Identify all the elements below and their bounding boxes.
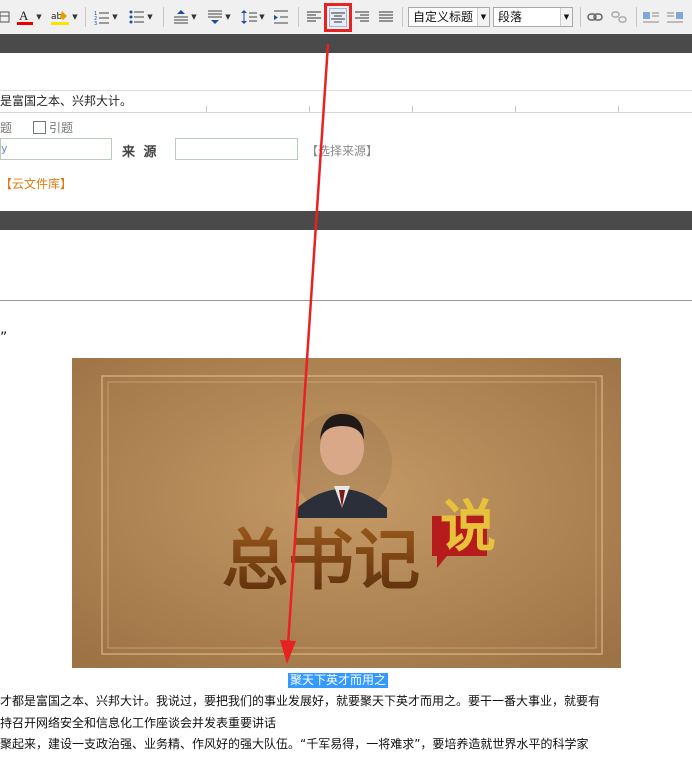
author-input[interactable]: y: [0, 138, 112, 160]
unordered-list-icon: [129, 10, 145, 24]
image-right-icon: [667, 12, 683, 23]
checkbox-lead-title[interactable]: 引题: [33, 119, 73, 136]
image-title-badge: 说: [440, 494, 496, 560]
image-left-button[interactable]: [642, 6, 660, 28]
source-input[interactable]: [175, 138, 298, 160]
insert-link-button[interactable]: [586, 6, 604, 28]
paragraph-spacing-bottom-button[interactable]: ▼: [204, 6, 234, 28]
paragraph-spacing-top-button[interactable]: ▼: [170, 6, 200, 28]
unordered-list-button[interactable]: ▼: [126, 6, 156, 28]
chevron-down-icon: ▼: [477, 8, 489, 26]
checkbox-title-label: 题: [0, 121, 13, 135]
editor-ruler: [0, 104, 692, 113]
article-image[interactable]: 说 总书记: [72, 358, 621, 668]
ordered-list-button[interactable]: 1 2 3 ▼: [92, 6, 120, 28]
indent-icon: [274, 10, 288, 24]
indent-button[interactable]: [272, 6, 290, 28]
annotation-highlight-box: [324, 3, 352, 32]
checkbox-box[interactable]: [33, 121, 46, 134]
align-right-icon: [355, 11, 369, 22]
line-height-button[interactable]: ▼: [238, 6, 268, 28]
font-color-button[interactable]: A ▼: [14, 6, 44, 28]
line-height-icon: [241, 10, 258, 24]
align-left-button[interactable]: [305, 6, 323, 28]
choose-source-link[interactable]: 【选择来源】: [306, 142, 378, 159]
highlight-color-button[interactable]: ab ▼: [48, 6, 80, 28]
chevron-down-icon: ▼: [560, 8, 572, 26]
align-justify-icon: [379, 11, 393, 22]
portrait-photo: [292, 411, 392, 518]
link-icon: [587, 13, 603, 21]
checkbox-lead-title-label: 引题: [49, 121, 74, 135]
editor-frame-bottom: [0, 211, 692, 230]
align-justify-button[interactable]: [377, 6, 395, 28]
author-input-value: y: [1, 142, 8, 155]
paragraph-format-select[interactable]: 段落 ▼: [493, 7, 573, 27]
heading-style-value: 自定义标题: [413, 10, 474, 24]
align-left-icon: [307, 11, 321, 22]
paragraph-format-value: 段落: [498, 10, 523, 24]
font-color-icon: A: [17, 8, 34, 25]
source-label: 来 源: [122, 145, 159, 160]
svg-text:3: 3: [94, 21, 97, 25]
unlink-icon: [611, 11, 627, 23]
spacing-top-icon: [174, 10, 189, 24]
cloud-library-link[interactable]: 【云文件库】: [0, 175, 72, 192]
unlink-button[interactable]: [610, 6, 628, 28]
svg-text:A: A: [19, 8, 29, 23]
align-right-button[interactable]: [353, 6, 371, 28]
article-paragraph[interactable]: 持召开网络安全和信息化工作座谈会并发表重要讲话: [0, 715, 276, 731]
image-right-button[interactable]: [666, 6, 684, 28]
divider: [0, 300, 692, 301]
editor-frame-top: [0, 34, 692, 53]
article-paragraph[interactable]: 才都是富国之本、兴邦大计。我说过，要把我们的事业发展好，就要聚天下英才而用之。要…: [0, 693, 600, 709]
insert-table-icon[interactable]: [0, 6, 10, 28]
spacing-bottom-icon: [208, 10, 223, 24]
quote-mark: ”: [0, 330, 8, 346]
editor-content-area[interactable]: [0, 53, 692, 91]
ordered-list-icon: 123: [94, 11, 110, 25]
heading-style-select[interactable]: 自定义标题 ▼: [408, 7, 490, 27]
highlight-icon: ab: [51, 11, 70, 25]
checkbox-title[interactable]: 题: [0, 119, 12, 136]
image-caption[interactable]: 聚天下英才而用之: [288, 673, 389, 688]
image-left-icon: [643, 12, 659, 23]
article-paragraph[interactable]: 聚起来，建设一支政治强、业务精、作风好的强大队伍。“千军易得，一将难求”，要培养…: [0, 736, 588, 752]
image-title-text: 总书记: [222, 521, 420, 599]
